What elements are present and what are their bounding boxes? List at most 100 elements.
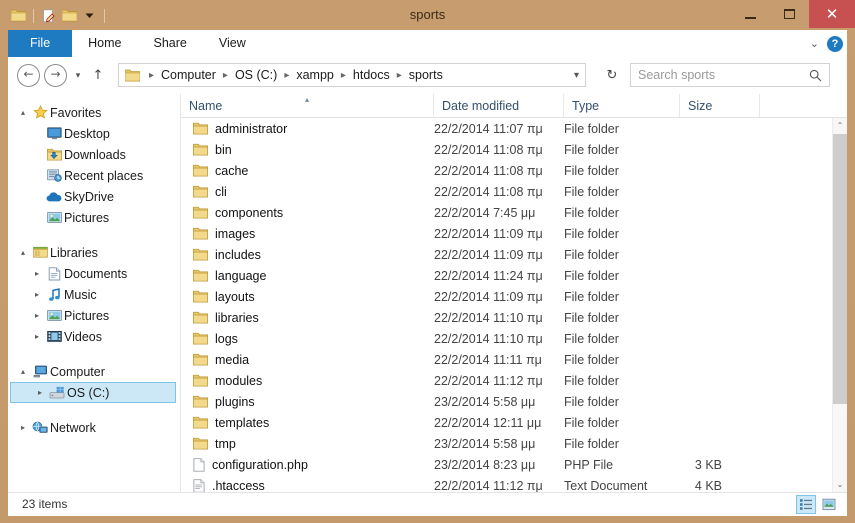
cell-name[interactable]: media [181,353,434,367]
table-row[interactable]: bin 22/2/2014 11:08 πμ File folder [181,139,833,160]
sidebar-item-pictures[interactable]: Pictures [8,207,180,228]
sidebar-group-favorites[interactable]: ▴ Favorites [8,102,180,123]
expander-icon[interactable]: ▸ [16,423,30,432]
table-row[interactable]: components 22/2/2014 7:45 μμ File folder [181,202,833,223]
table-row[interactable]: templates 22/2/2014 12:11 μμ File folder [181,412,833,433]
cell-name[interactable]: modules [181,374,434,388]
refresh-icon: ↻ [606,67,618,83]
cell-name[interactable]: cache [181,164,434,178]
table-row[interactable]: modules 22/2/2014 11:12 πμ File folder [181,370,833,391]
expander-icon[interactable]: ▸ [33,388,47,397]
sidebar-item-music[interactable]: ▸ Music [8,284,180,305]
expander-icon[interactable]: ▸ [30,332,44,341]
expander-icon[interactable]: ▸ [30,311,44,320]
table-row[interactable]: layouts 22/2/2014 11:09 πμ File folder [181,286,833,307]
table-row[interactable]: plugins 23/2/2014 5:58 μμ File folder [181,391,833,412]
breadcrumb-dropdown-icon[interactable]: ▾ [574,70,585,81]
table-row[interactable]: logs 22/2/2014 11:10 πμ File folder [181,328,833,349]
sidebar-item-recent-places[interactable]: Recent places [8,165,180,186]
column-label: Size [688,98,713,113]
table-row[interactable]: media 22/2/2014 11:11 πμ File folder [181,349,833,370]
cell-name[interactable]: tmp [181,437,434,451]
cell-type: File folder [564,205,619,220]
expander-icon[interactable]: ▴ [16,367,30,376]
tab-file[interactable]: File [8,30,73,57]
column-header-size[interactable]: Size [680,94,760,117]
table-row[interactable]: cache 22/2/2014 11:08 πμ File folder [181,160,833,181]
breadcrumb-item-xampp[interactable]: xampp [294,68,336,82]
large-icons-view-button[interactable] [819,495,839,514]
close-button[interactable]: ✕ [809,0,855,28]
table-row[interactable]: cli 22/2/2014 11:08 πμ File folder [181,181,833,202]
tab-view[interactable]: View [203,30,262,57]
table-row[interactable]: libraries 22/2/2014 11:10 πμ File folder [181,307,833,328]
breadcrumb-item-sports[interactable]: sports [407,68,445,82]
breadcrumb-item-computer[interactable]: Computer [159,68,218,82]
cell-name[interactable]: .htaccess [181,479,434,492]
column-header-date-modified[interactable]: Date modified [434,94,564,117]
scroll-up-icon[interactable]: ⌃ [833,118,847,133]
up-icon[interactable]: ↑ [88,68,108,83]
minimize-button[interactable] [731,0,770,28]
cell-name[interactable]: plugins [181,395,434,409]
sidebar-item-pictures-library[interactable]: ▸ Pictures [8,305,180,326]
tab-share[interactable]: Share [138,30,203,57]
cell-name[interactable]: bin [181,143,434,157]
table-row[interactable]: tmp 23/2/2014 5:58 μμ File folder [181,433,833,454]
scroll-down-icon[interactable]: ⌄ [833,477,847,492]
column-header-spacer [760,94,847,117]
sidebar-item-skydrive[interactable]: SkyDrive [8,186,180,207]
file-name: bin [215,142,232,157]
sidebar-group-computer[interactable]: ▴ Computer [8,361,180,382]
breadcrumb[interactable]: ▸ Computer ▸ OS (C:) ▸ xampp ▸ htdocs ▸ … [118,63,586,87]
table-row[interactable]: configuration.php 23/2/2014 8:23 μμ PHP Fi… [181,454,833,475]
cell-name[interactable]: administrator [181,122,434,136]
sidebar-item-os-c[interactable]: ▸ OS (C:) [10,382,176,403]
search-box[interactable]: Search sports [630,63,830,87]
cell-name[interactable]: cli [181,185,434,199]
cell-date-modified: 22/2/2014 11:09 πμ [434,226,543,241]
expander-icon[interactable]: ▸ [30,269,44,278]
column-header-name[interactable]: Name ▴ [181,94,434,117]
cell-name[interactable]: components [181,206,434,220]
breadcrumb-item-htdocs[interactable]: htdocs [351,68,392,82]
file-list-scrollbar[interactable]: ⌃ ⌄ [832,118,847,492]
expander-icon[interactable]: ▴ [16,108,30,117]
cell-name[interactable]: images [181,227,434,241]
sidebar-item-desktop[interactable]: Desktop [8,123,180,144]
cell-name[interactable]: configuration.php [181,458,434,472]
cell-name[interactable]: language [181,269,434,283]
sidebar-group-libraries[interactable]: ▴ Libraries [8,242,180,263]
chevron-down-icon[interactable]: ⌄ [810,37,819,50]
table-row[interactable]: language 22/2/2014 11:24 πμ File folder [181,265,833,286]
table-row[interactable]: includes 22/2/2014 11:09 πμ File folder [181,244,833,265]
details-view-button[interactable] [796,495,816,514]
expander-icon[interactable]: ▴ [16,248,30,257]
cell-name[interactable]: templates [181,416,434,430]
back-button[interactable]: ← [16,63,41,88]
table-row[interactable]: .htaccess 22/2/2014 11:12 πμ Text Document… [181,475,833,492]
maximize-button[interactable] [770,0,809,28]
recent-locations-icon[interactable]: ▾ [70,71,86,81]
table-row[interactable]: images 22/2/2014 11:09 πμ File folder [181,223,833,244]
help-icon[interactable]: ? [827,35,843,52]
sidebar-item-downloads[interactable]: Downloads [8,144,180,165]
column-header-type[interactable]: Type [564,94,680,117]
sidebar-item-videos[interactable]: ▸ Videos [8,326,180,347]
breadcrumb-item-os-c[interactable]: OS (C:) [233,68,279,82]
search-input[interactable]: Search sports [631,68,809,82]
search-icon [809,69,829,82]
forward-button[interactable]: → [43,63,68,88]
table-row[interactable]: administrator 22/2/2014 11:07 πμ File fold… [181,118,833,139]
cell-name[interactable]: includes [181,248,434,262]
sidebar-item-documents[interactable]: ▸ Documents [8,263,180,284]
expander-icon[interactable]: ▸ [30,290,44,299]
scrollbar-thumb[interactable] [833,134,847,404]
cell-name[interactable]: layouts [181,290,434,304]
tab-home[interactable]: Home [72,30,137,57]
cell-name[interactable]: logs [181,332,434,346]
refresh-button[interactable]: ↻ [600,63,624,87]
sidebar-group-network[interactable]: ▸ Network [8,417,180,438]
sort-ascending-icon: ▴ [305,95,310,104]
cell-name[interactable]: libraries [181,311,434,325]
